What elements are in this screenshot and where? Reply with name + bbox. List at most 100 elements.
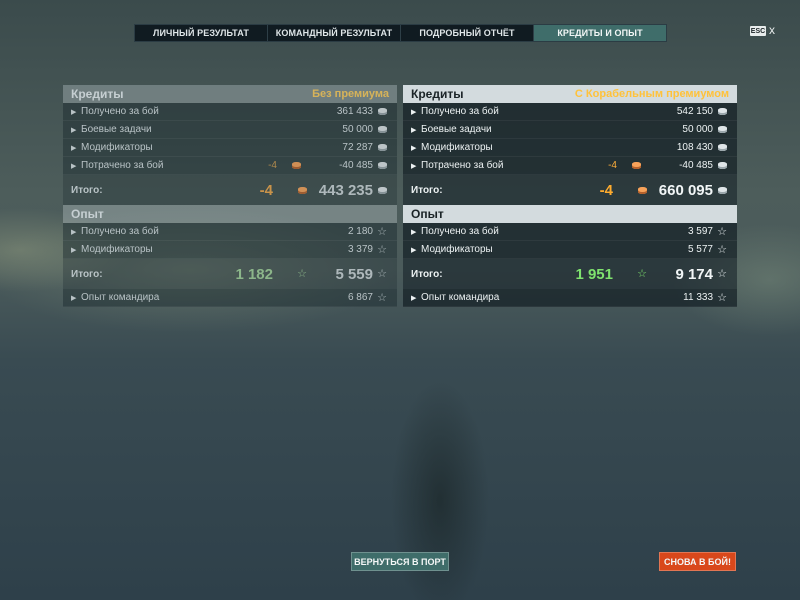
premium-note: С Корабельным премиумом bbox=[574, 88, 729, 100]
coal-icon bbox=[629, 162, 643, 169]
row-value: 50 000 bbox=[682, 124, 713, 135]
credits-icon bbox=[715, 144, 729, 151]
xp-star-icon: ☆ bbox=[377, 225, 387, 238]
credits-row-combat-missions[interactable]: ▶ Боевые задачи 50 000 bbox=[63, 121, 397, 139]
credits-icon bbox=[375, 126, 389, 133]
expand-arrow-icon: ▶ bbox=[411, 246, 417, 254]
row-value: 11 333 bbox=[683, 292, 713, 303]
credits-icon bbox=[375, 162, 389, 169]
row-value: 50 000 bbox=[342, 124, 373, 135]
expand-arrow-icon: ▶ bbox=[71, 294, 77, 302]
row-label: Модификаторы bbox=[81, 244, 153, 255]
credits-title: Кредиты bbox=[71, 87, 124, 101]
row-value: -40 485 bbox=[679, 160, 713, 171]
free-xp-star-icon: ☆ bbox=[637, 268, 647, 280]
row-label: Получено за бой bbox=[421, 106, 499, 117]
tab-credits-and-xp[interactable]: КРЕДИТЫ И ОПЫТ bbox=[534, 25, 666, 41]
credits-icon bbox=[715, 186, 729, 194]
xp-star-icon: ☆ bbox=[377, 268, 387, 280]
expand-arrow-icon: ▶ bbox=[411, 162, 417, 170]
credits-header: Кредиты С Корабельным премиумом bbox=[403, 85, 737, 103]
xp-total-value: 5 559 bbox=[335, 265, 373, 283]
credits-total-value: 660 095 bbox=[658, 181, 713, 199]
xp-header: Опыт bbox=[63, 205, 397, 223]
row-value: 6 867 bbox=[347, 292, 373, 303]
results-tabs: ЛИЧНЫЙ РЕЗУЛЬТАТ КОМАНДНЫЙ РЕЗУЛЬТАТ ПОД… bbox=[134, 24, 667, 42]
coal-icon bbox=[635, 186, 649, 194]
commander-xp-row[interactable]: ▶ Опыт командира 11 333 ☆ bbox=[403, 289, 737, 307]
expand-arrow-icon: ▶ bbox=[71, 126, 77, 134]
commander-xp-row[interactable]: ▶ Опыт командира 6 867 ☆ bbox=[63, 289, 397, 307]
credits-row-spent[interactable]: ▶ Потрачено за бой -4 -40 485 bbox=[63, 157, 397, 175]
xp-star-icon: ☆ bbox=[717, 225, 727, 238]
row-label: Потрачено за бой bbox=[81, 160, 164, 171]
expand-arrow-icon: ▶ bbox=[411, 126, 417, 134]
panel-without-premium: Кредиты Без премиума ▶ Получено за бой 3… bbox=[63, 85, 397, 307]
free-xp-star-icon: ☆ bbox=[297, 268, 307, 280]
xp-header: Опыт bbox=[403, 205, 737, 223]
row-value: 361 433 bbox=[336, 106, 373, 117]
row-label: Модификаторы bbox=[421, 142, 493, 153]
xp-total-value: 9 174 bbox=[675, 265, 713, 283]
xp-star-icon: ☆ bbox=[717, 268, 727, 280]
credits-icon bbox=[715, 162, 729, 169]
row-label: Получено за бой bbox=[81, 106, 159, 117]
xp-row-earned[interactable]: ▶ Получено за бой 2 180 ☆ bbox=[63, 223, 397, 241]
credits-row-modifiers[interactable]: ▶ Модификаторы 72 287 bbox=[63, 139, 397, 157]
battle-again-button[interactable]: СНОВА В БОЙ! bbox=[659, 552, 736, 571]
credits-total: Итого: -4 443 235 bbox=[63, 175, 397, 205]
row-label: Боевые задачи bbox=[421, 124, 492, 135]
row-label: Боевые задачи bbox=[81, 124, 152, 135]
expand-arrow-icon: ▶ bbox=[411, 294, 417, 302]
tab-personal-result[interactable]: ЛИЧНЫЙ РЕЗУЛЬТАТ bbox=[135, 25, 268, 41]
return-to-port-button[interactable]: ВЕРНУТЬСЯ В ПОРТ bbox=[351, 552, 449, 571]
total-label: Итого: bbox=[411, 184, 443, 196]
esc-key-hint[interactable]: ESC bbox=[750, 26, 766, 36]
row-label: Модификаторы bbox=[81, 142, 153, 153]
free-xp-total-value: 1 182 bbox=[235, 265, 273, 283]
row-label: Опыт командира bbox=[421, 292, 500, 303]
expand-arrow-icon: ▶ bbox=[71, 228, 77, 236]
tab-team-result[interactable]: КОМАНДНЫЙ РЕЗУЛЬТАТ bbox=[268, 25, 401, 41]
xp-row-modifiers[interactable]: ▶ Модификаторы 5 577 ☆ bbox=[403, 241, 737, 259]
credits-icon bbox=[375, 144, 389, 151]
credits-header: Кредиты Без премиума bbox=[63, 85, 397, 103]
credits-icon bbox=[715, 108, 729, 115]
coal-spent-value: -4 bbox=[268, 160, 277, 171]
coal-icon bbox=[295, 186, 309, 194]
credits-row-spent[interactable]: ▶ Потрачено за бой -4 -40 485 bbox=[403, 157, 737, 175]
expand-arrow-icon: ▶ bbox=[411, 108, 417, 116]
credits-row-earned[interactable]: ▶ Получено за бой 361 433 bbox=[63, 103, 397, 121]
coal-spent-value: -4 bbox=[608, 160, 617, 171]
xp-row-earned[interactable]: ▶ Получено за бой 3 597 ☆ bbox=[403, 223, 737, 241]
row-value: 5 577 bbox=[687, 244, 713, 255]
xp-title: Опыт bbox=[71, 207, 104, 221]
row-value: 542 150 bbox=[676, 106, 713, 117]
row-value: 3 379 bbox=[347, 244, 373, 255]
credits-icon bbox=[715, 126, 729, 133]
close-icon[interactable]: x bbox=[769, 23, 775, 37]
panel-with-premium: Кредиты С Корабельным премиумом ▶ Получе… bbox=[403, 85, 737, 307]
xp-total: Итого: 1 182 ☆ 5 559 ☆ bbox=[63, 259, 397, 289]
xp-star-icon: ☆ bbox=[377, 291, 387, 304]
credits-row-earned[interactable]: ▶ Получено за бой 542 150 bbox=[403, 103, 737, 121]
coal-icon bbox=[289, 162, 303, 169]
credits-row-combat-missions[interactable]: ▶ Боевые задачи 50 000 bbox=[403, 121, 737, 139]
coal-total-value: -4 bbox=[599, 181, 613, 199]
credits-row-modifiers[interactable]: ▶ Модификаторы 108 430 bbox=[403, 139, 737, 157]
expand-arrow-icon: ▶ bbox=[71, 144, 77, 152]
xp-total: Итого: 1 951 ☆ 9 174 ☆ bbox=[403, 259, 737, 289]
expand-arrow-icon: ▶ bbox=[411, 228, 417, 236]
total-label: Итого: bbox=[71, 268, 103, 280]
free-xp-total-value: 1 951 bbox=[575, 265, 613, 283]
row-value: 3 597 bbox=[687, 226, 713, 237]
row-label: Опыт командира bbox=[81, 292, 160, 303]
tab-detailed-report[interactable]: ПОДРОБНЫЙ ОТЧЁТ bbox=[401, 25, 534, 41]
row-value: 72 287 bbox=[342, 142, 373, 153]
coal-total-value: -4 bbox=[259, 181, 273, 199]
xp-row-modifiers[interactable]: ▶ Модификаторы 3 379 ☆ bbox=[63, 241, 397, 259]
credits-title: Кредиты bbox=[411, 87, 464, 101]
row-label: Модификаторы bbox=[421, 244, 493, 255]
credits-total-value: 443 235 bbox=[318, 181, 373, 199]
total-label: Итого: bbox=[71, 184, 103, 196]
